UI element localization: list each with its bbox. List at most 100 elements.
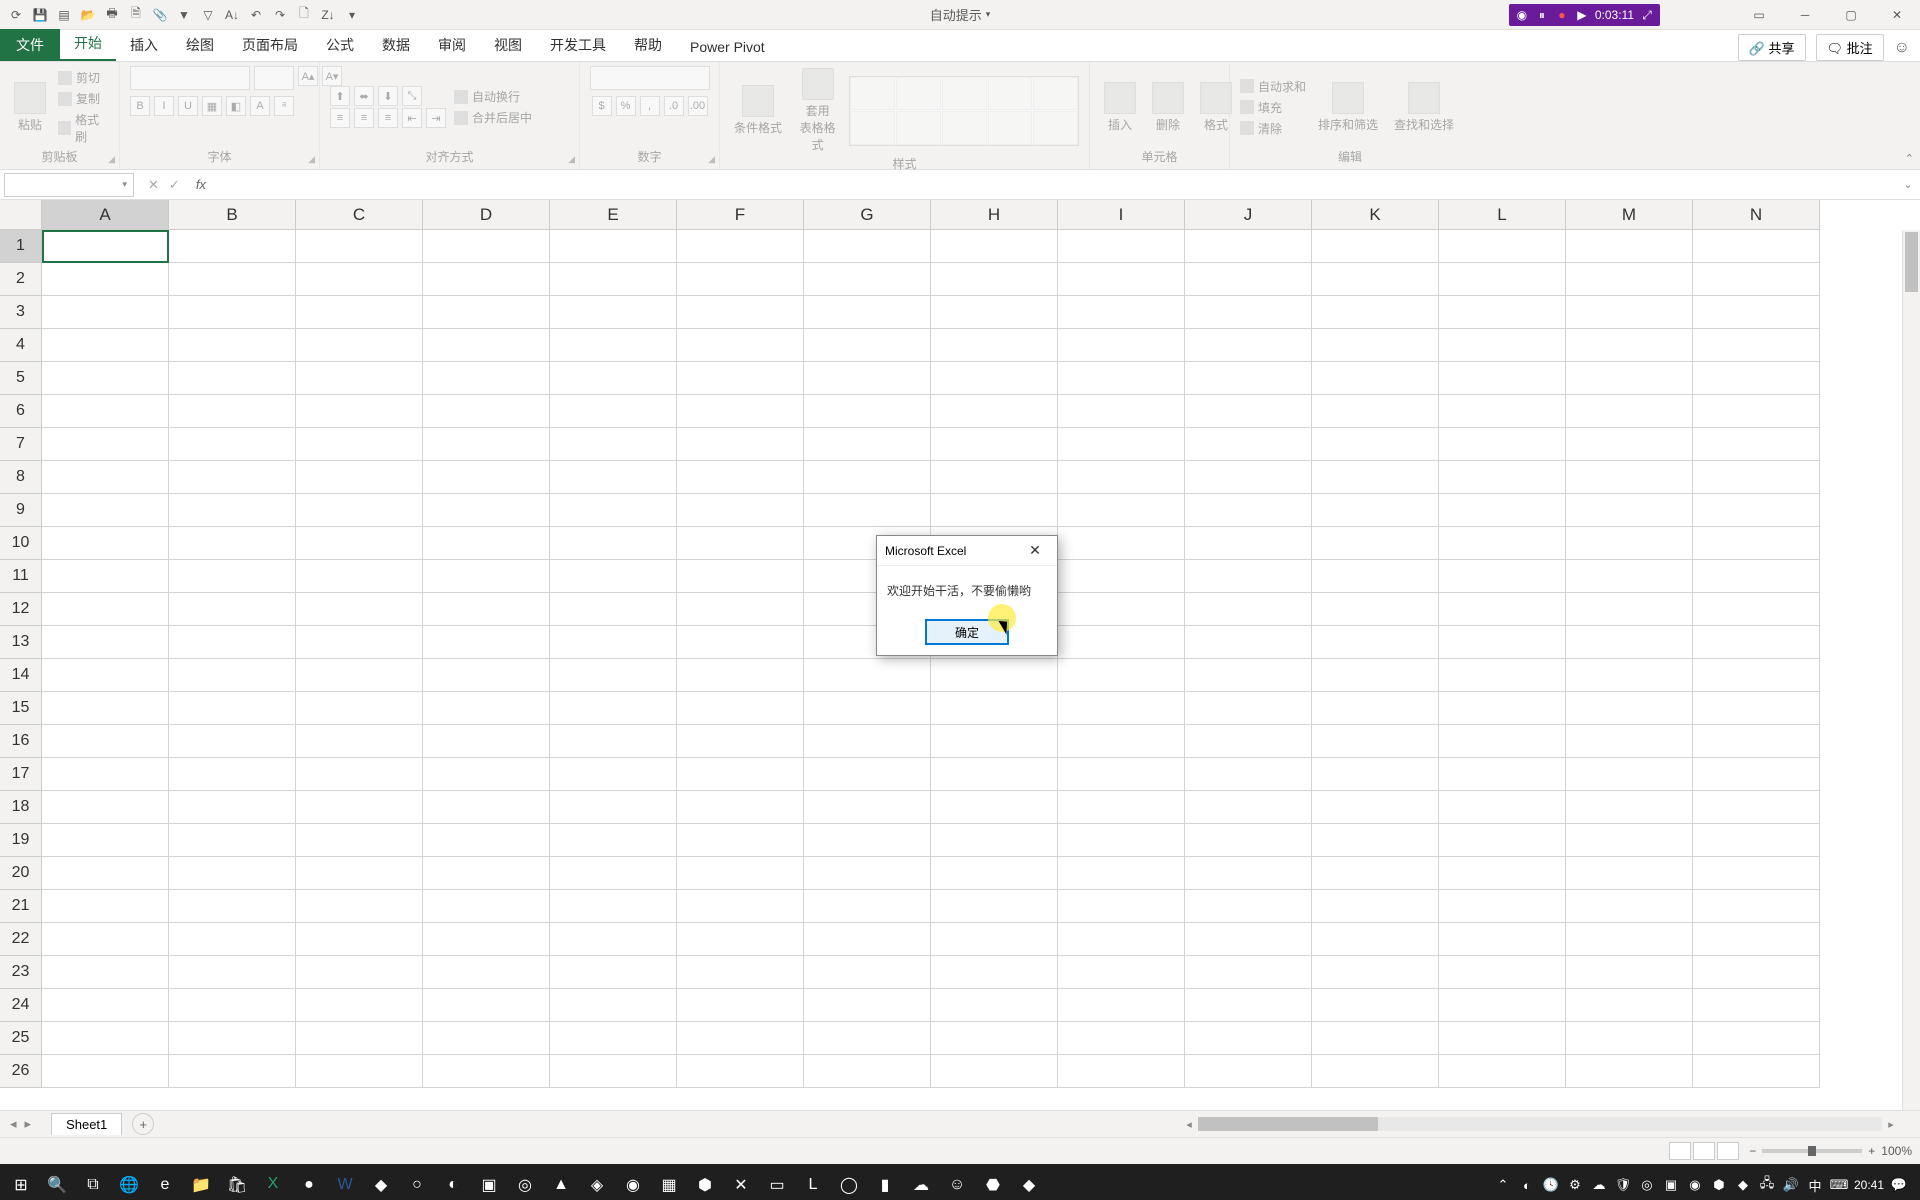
grow-font-icon[interactable]: A▴ — [298, 66, 318, 86]
app-icon-19[interactable]: ◆ — [1012, 1168, 1046, 1200]
cell-F8[interactable] — [677, 461, 804, 494]
cell-B18[interactable] — [169, 791, 296, 824]
col-header-K[interactable]: K — [1312, 200, 1439, 230]
cells-area[interactable] — [42, 230, 1820, 1088]
cell-D26[interactable] — [423, 1055, 550, 1088]
clipboard-launcher-icon[interactable]: ◢ — [108, 154, 115, 165]
row-header-26[interactable]: 26 — [0, 1055, 42, 1088]
inc-decimal-icon[interactable]: .0 — [664, 96, 684, 116]
cell-E7[interactable] — [550, 428, 677, 461]
cell-N2[interactable] — [1693, 263, 1820, 296]
cell-E3[interactable] — [550, 296, 677, 329]
cell-K15[interactable] — [1312, 692, 1439, 725]
cell-M5[interactable] — [1566, 362, 1693, 395]
cell-H24[interactable] — [931, 989, 1058, 1022]
tray-icon-2[interactable]: 🕓 — [1542, 1176, 1560, 1194]
row-header-15[interactable]: 15 — [0, 692, 42, 725]
dialog-ok-button[interactable]: 确定 — [925, 619, 1009, 645]
row-header-21[interactable]: 21 — [0, 890, 42, 923]
cell-J14[interactable] — [1185, 659, 1312, 692]
tray-icon-4[interactable]: ☁ — [1590, 1176, 1608, 1194]
tray-icon-10[interactable]: ◆ — [1734, 1176, 1752, 1194]
cell-K24[interactable] — [1312, 989, 1439, 1022]
cell-K2[interactable] — [1312, 263, 1439, 296]
font-launcher-icon[interactable]: ◢ — [308, 154, 315, 165]
vertical-scrollbar[interactable] — [1902, 230, 1920, 1110]
cell-K1[interactable] — [1312, 230, 1439, 263]
cell-F12[interactable] — [677, 593, 804, 626]
horizontal-scrollbar[interactable]: ◂ ▸ — [1180, 1115, 1900, 1133]
cell-G24[interactable] — [804, 989, 931, 1022]
cell-F21[interactable] — [677, 890, 804, 923]
cell-E16[interactable] — [550, 725, 677, 758]
cell-G5[interactable] — [804, 362, 931, 395]
cell-G4[interactable] — [804, 329, 931, 362]
cell-D5[interactable] — [423, 362, 550, 395]
cell-M11[interactable] — [1566, 560, 1693, 593]
app-icon-1[interactable]: ● — [292, 1168, 326, 1200]
cell-G9[interactable] — [804, 494, 931, 527]
cell-H18[interactable] — [931, 791, 1058, 824]
zoom-slider-handle[interactable] — [1808, 1146, 1816, 1156]
cell-K14[interactable] — [1312, 659, 1439, 692]
cell-D19[interactable] — [423, 824, 550, 857]
orientation-icon[interactable]: ⤡ — [402, 86, 422, 106]
cell-B10[interactable] — [169, 527, 296, 560]
cell-H21[interactable] — [931, 890, 1058, 923]
cell-E2[interactable] — [550, 263, 677, 296]
cell-J22[interactable] — [1185, 923, 1312, 956]
cell-E19[interactable] — [550, 824, 677, 857]
preview-icon[interactable]: 🗎 — [128, 7, 144, 23]
cell-H15[interactable] — [931, 692, 1058, 725]
app-icon-8[interactable]: ◈ — [580, 1168, 614, 1200]
col-header-D[interactable]: D — [423, 200, 550, 230]
cell-K3[interactable] — [1312, 296, 1439, 329]
app-icon-3[interactable]: ○ — [400, 1168, 434, 1200]
row-header-3[interactable]: 3 — [0, 296, 42, 329]
recorder-pause-icon[interactable]: ⏸ — [1535, 8, 1549, 22]
cell-I16[interactable] — [1058, 725, 1185, 758]
cell-K13[interactable] — [1312, 626, 1439, 659]
conditional-format-button[interactable]: 条件格式 — [730, 83, 786, 138]
cell-C11[interactable] — [296, 560, 423, 593]
redo-icon[interactable]: ↷ — [272, 7, 288, 23]
cell-F20[interactable] — [677, 857, 804, 890]
cell-F3[interactable] — [677, 296, 804, 329]
cell-E12[interactable] — [550, 593, 677, 626]
cell-K23[interactable] — [1312, 956, 1439, 989]
cell-I19[interactable] — [1058, 824, 1185, 857]
cell-G6[interactable] — [804, 395, 931, 428]
cell-E1[interactable] — [550, 230, 677, 263]
tray-up-icon[interactable]: ⌃ — [1494, 1176, 1512, 1194]
merge-center-button[interactable]: 合并后居中 — [454, 108, 532, 127]
indent-dec-icon[interactable]: ⇤ — [402, 108, 422, 128]
cell-N24[interactable] — [1693, 989, 1820, 1022]
cell-K6[interactable] — [1312, 395, 1439, 428]
open-icon[interactable]: 📂 — [80, 7, 96, 23]
cell-C8[interactable] — [296, 461, 423, 494]
cell-J6[interactable] — [1185, 395, 1312, 428]
find-select-button[interactable]: 查找和选择 — [1390, 80, 1458, 135]
cell-B24[interactable] — [169, 989, 296, 1022]
cell-L12[interactable] — [1439, 593, 1566, 626]
cell-A20[interactable] — [42, 857, 169, 890]
row-header-1[interactable]: 1 — [0, 230, 42, 263]
cell-C19[interactable] — [296, 824, 423, 857]
app-icon-17[interactable]: ☺ — [940, 1168, 974, 1200]
cell-D7[interactable] — [423, 428, 550, 461]
cell-G17[interactable] — [804, 758, 931, 791]
cell-A15[interactable] — [42, 692, 169, 725]
tray-volume-icon[interactable]: 🔊 — [1782, 1176, 1800, 1194]
zoom-out-icon[interactable]: − — [1749, 1144, 1756, 1158]
row-header-13[interactable]: 13 — [0, 626, 42, 659]
cell-B11[interactable] — [169, 560, 296, 593]
cell-H22[interactable] — [931, 923, 1058, 956]
cell-J24[interactable] — [1185, 989, 1312, 1022]
cell-K11[interactable] — [1312, 560, 1439, 593]
col-header-J[interactable]: J — [1185, 200, 1312, 230]
cell-J8[interactable] — [1185, 461, 1312, 494]
share-button[interactable]: 🔗 共享 — [1738, 34, 1806, 61]
cell-A17[interactable] — [42, 758, 169, 791]
cell-I3[interactable] — [1058, 296, 1185, 329]
cell-F2[interactable] — [677, 263, 804, 296]
